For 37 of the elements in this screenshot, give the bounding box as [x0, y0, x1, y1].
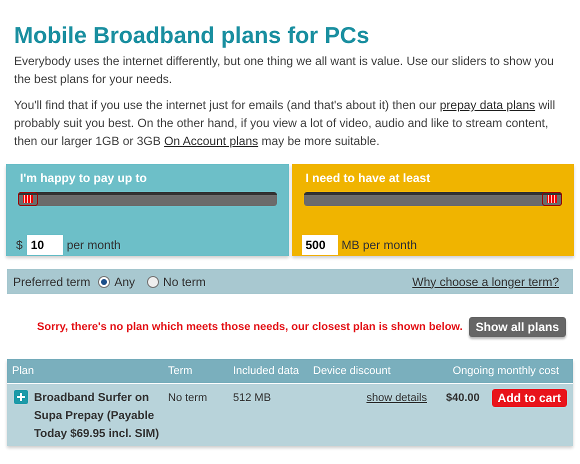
column-header: Plan: [11, 364, 36, 379]
slider-label: I need to have at least: [304, 170, 432, 186]
column-header: Device discount: [313, 364, 392, 379]
value-field[interactable]: 10: [26, 235, 63, 255]
slider-track[interactable]: [304, 192, 562, 206]
slider-label: I'm happy to pay up to: [19, 170, 148, 186]
column-header: Included data: [233, 364, 300, 379]
value-field[interactable]: 500: [302, 235, 338, 255]
radio-button[interactable]: [98, 276, 110, 288]
slider-track[interactable]: [18, 192, 276, 206]
text-link[interactable]: show details: [366, 389, 427, 407]
unit-label: MB per month: [342, 237, 417, 254]
warning-message: Sorry, there's no plan which meets those needs, our closest plan is shown below.: [37, 320, 463, 335]
term-label: Preferred term: [13, 274, 90, 290]
table-cell-text: 512 MB: [233, 391, 272, 406]
price-text: $40.00: [446, 391, 480, 406]
column-header: Term: [168, 364, 194, 379]
radio-option[interactable]: Any: [98, 272, 136, 290]
plus-icon: [17, 393, 25, 401]
page-title: Mobile Broadband plans for PCs: [13, 21, 370, 50]
currency-label: $: [16, 237, 23, 254]
text-link[interactable]: prepay data plans: [440, 98, 536, 112]
table-cell-text: No term: [168, 391, 208, 406]
slider-thumb[interactable]: [18, 192, 38, 206]
slider-thumb[interactable]: [542, 192, 562, 206]
add-to-cart-button[interactable]: Add to cart: [492, 389, 567, 407]
plan-name: Broadband Surfer on Supa Prepay (Payable Today $69.95 incl. SIM): [34, 391, 160, 440]
radio-option[interactable]: No term: [147, 272, 206, 290]
expand-button[interactable]: [14, 390, 28, 404]
paragraph: Everybody uses the internet differently, but one thing we all want is value. Use our sliders to show you the best plans for your needs.: [13, 53, 555, 88]
paragraph: You'll find that if you use the internet just for emails (and that's about it) then our prepay data plans will probably suit you best. On the other hand, if you view a lot of video, audio and like to stream content, then our larger 1GB or 3GB On Account plans may be more suitable.: [13, 97, 556, 150]
column-header: Ongoing monthly cost: [452, 364, 560, 379]
radio-button[interactable]: [147, 276, 160, 288]
text-link[interactable]: Why choose a longer term?: [412, 272, 559, 290]
show-all-button[interactable]: Show all plans: [468, 317, 566, 337]
text-link[interactable]: On Account plans: [164, 134, 258, 148]
unit-label: per month: [66, 237, 121, 254]
